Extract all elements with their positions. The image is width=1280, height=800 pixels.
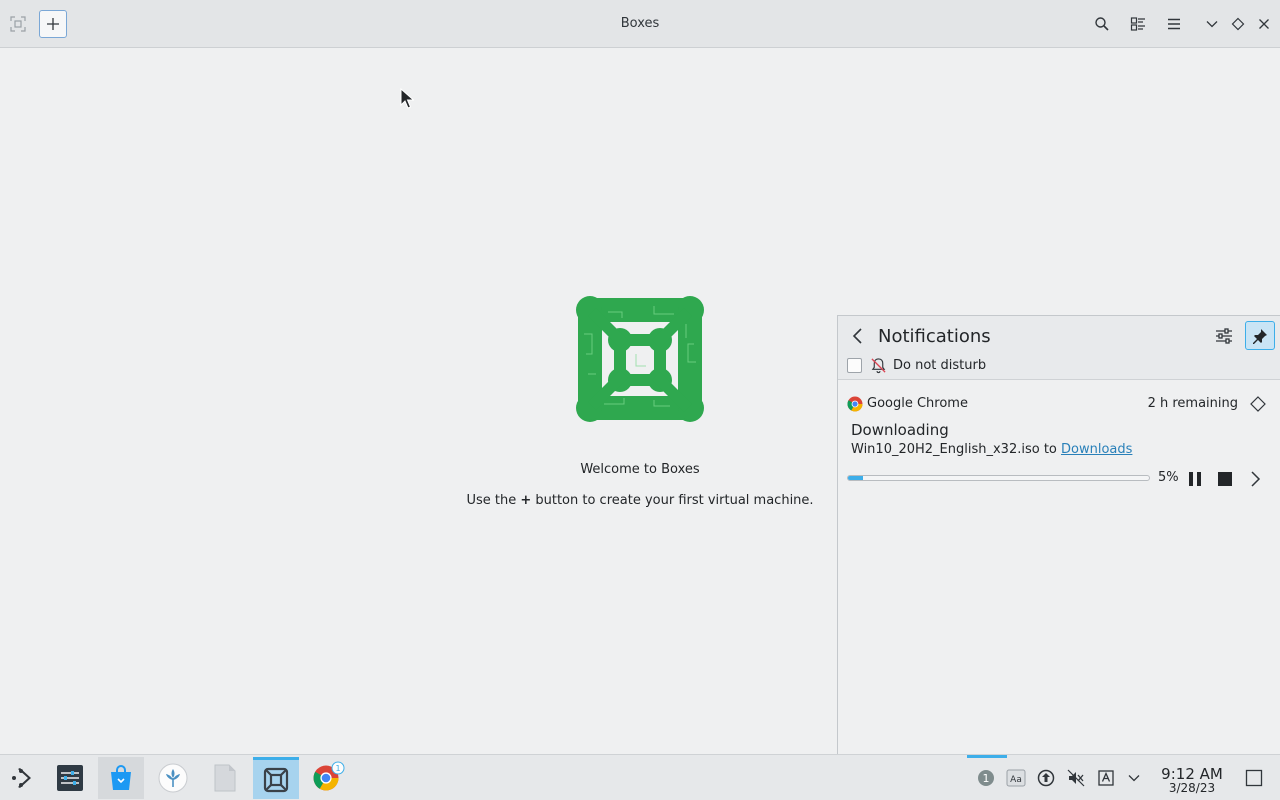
show-desktop-icon[interactable] [1244, 768, 1264, 788]
boxes-logo-icon [576, 296, 704, 422]
downloads-link[interactable]: Downloads [1061, 442, 1132, 457]
taskbar: 1 1 Aa 9:12 AM 3/28/23 [0, 754, 1280, 800]
chevron-right-icon [1251, 471, 1261, 487]
pin-icon [1253, 328, 1267, 344]
chrome-badge: 1 [335, 764, 340, 773]
notification-expand-icon[interactable] [1249, 395, 1267, 413]
notifications-panel: Notifications Do not disturb Google Chro… [837, 315, 1280, 755]
details-button[interactable] [1245, 469, 1265, 489]
select-icon[interactable] [1128, 14, 1148, 34]
notification-item: Google Chrome 2 h remaining Downloading … [838, 381, 1280, 501]
bell-off-icon [871, 358, 886, 374]
pause-button[interactable] [1185, 469, 1205, 489]
download-progress-bar [847, 475, 1150, 481]
do-not-disturb-label: Do not disturb [893, 358, 987, 373]
tray-active-indicator [967, 755, 1007, 758]
pin-button[interactable] [1245, 321, 1275, 350]
notification-body: Win10_20H2_English_x32.iso to Downloads [851, 442, 1133, 457]
vm-icon[interactable] [150, 757, 196, 799]
notification-icon[interactable]: 1 [976, 768, 996, 788]
download-progress-label: 5% [1158, 470, 1179, 485]
boxes-icon[interactable] [253, 757, 299, 799]
stop-icon [1218, 472, 1232, 486]
stop-button[interactable] [1215, 469, 1235, 489]
files-icon[interactable] [202, 757, 248, 799]
configure-icon[interactable] [1214, 326, 1234, 346]
network-icon[interactable] [1036, 768, 1056, 788]
input-method-icon[interactable] [1096, 768, 1116, 788]
notifications-header: Notifications Do not disturb [838, 316, 1280, 380]
discover-icon[interactable] [98, 757, 144, 799]
minimize-icon[interactable] [1202, 14, 1222, 34]
notification-title: Downloading [851, 421, 949, 439]
window-title: Boxes [620, 16, 660, 31]
font-icon[interactable]: Aa [1006, 768, 1026, 788]
pause-icon [1189, 472, 1201, 486]
volume-muted-icon[interactable] [1066, 768, 1086, 788]
settings-icon[interactable] [47, 757, 93, 799]
back-icon[interactable] [848, 326, 868, 346]
clock-date[interactable]: 3/28/23 [1152, 781, 1232, 795]
maximize-icon[interactable] [1228, 14, 1248, 34]
window-header: Boxes [0, 0, 1280, 48]
close-icon[interactable] [1254, 14, 1274, 34]
chrome-taskbar-icon[interactable]: 1 [305, 757, 351, 799]
svg-text:Aa: Aa [1010, 775, 1022, 785]
notifications-title: Notifications [878, 326, 991, 347]
mouse-cursor-icon [400, 88, 414, 109]
notification-app-name: Google Chrome [867, 396, 968, 411]
expand-tray-icon[interactable] [1124, 768, 1144, 788]
search-icon[interactable] [1092, 14, 1112, 34]
app-launcher-icon[interactable] [0, 757, 46, 799]
chrome-icon [847, 396, 863, 412]
notification-remaining: 2 h remaining [1147, 396, 1238, 411]
tray-badge: 1 [983, 772, 990, 785]
menu-icon[interactable] [1164, 14, 1184, 34]
do-not-disturb-checkbox[interactable] [847, 358, 862, 373]
